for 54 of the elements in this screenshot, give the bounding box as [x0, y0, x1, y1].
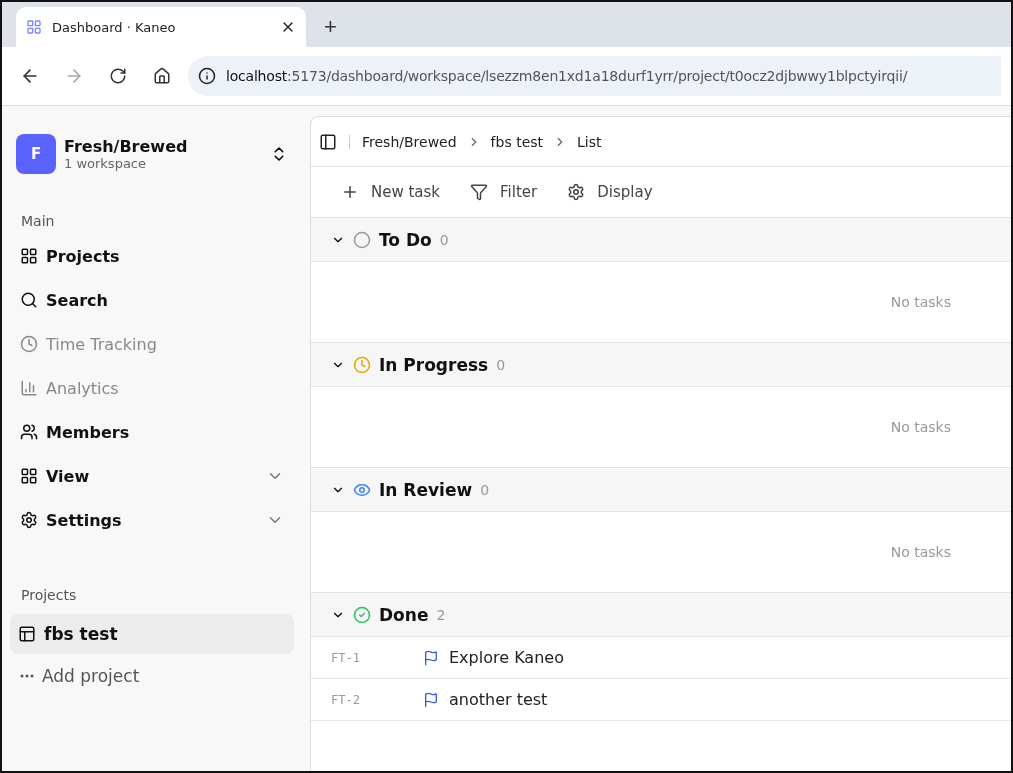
toolbar-button[interactable]: Filter — [470, 183, 538, 201]
info-icon[interactable] — [198, 67, 216, 85]
status-header[interactable]: In Progress 0 — [311, 343, 1011, 387]
toolbar-button[interactable]: Display — [567, 183, 653, 201]
sidebar-toggle-icon[interactable] — [319, 132, 337, 151]
browser-tab[interactable]: Dashboard · Kaneo — [16, 7, 306, 47]
users-icon — [20, 423, 38, 441]
grid-icon — [20, 247, 38, 265]
circle-icon — [353, 230, 371, 249]
add-project-link[interactable]: Add project — [10, 654, 294, 698]
workspace-switcher[interactable]: F Fresh/Brewed 1 workspace — [10, 128, 294, 180]
check-circle-icon — [353, 605, 371, 624]
clock-icon — [20, 335, 38, 353]
workspace-count: 1 workspace — [64, 156, 147, 171]
empty-message: No tasks — [890, 294, 951, 310]
url-text: localhost:5173/dashboard/workspace/lsezzm8en1xd1a18durf1yrr/project/t0ocz2djbwwy1blpctyirqii/ — [226, 68, 908, 84]
project-item[interactable]: fbs test — [10, 614, 294, 654]
search-icon — [20, 291, 38, 309]
grid-icon — [20, 467, 38, 485]
home-icon[interactable] — [153, 67, 171, 85]
sidebar-item[interactable]: Members — [10, 410, 294, 454]
workspace-avatar: F — [16, 134, 56, 174]
settings-icon — [567, 183, 586, 201]
ellipsis-icon — [20, 674, 34, 678]
plus-icon — [341, 183, 359, 201]
grid-icon — [26, 19, 42, 35]
sidebar-item[interactable]: Search — [10, 278, 294, 322]
task-row[interactable]: FT-2 another test — [311, 679, 1011, 721]
reload-icon[interactable] — [109, 67, 127, 85]
breadcrumb-link[interactable]: fbs test — [490, 133, 544, 150]
address-bar[interactable]: localhost:5173/dashboard/workspace/lsezzm8en1xd1a18durf1yrr/project/t0ocz2djbwwy1blpctyirqii/ — [188, 56, 1001, 96]
status-header[interactable]: To Do 0 — [311, 218, 1011, 262]
sidebar-item[interactable]: View — [10, 454, 294, 498]
filter-icon — [470, 183, 489, 201]
breadcrumb-link[interactable]: Fresh/Brewed — [362, 133, 457, 150]
section-heading: Main — [20, 212, 56, 231]
section-heading: Projects — [20, 586, 78, 605]
new-tab-button[interactable]: + — [316, 7, 345, 47]
sidebar-item[interactable]: Settings — [10, 498, 294, 542]
settings-icon — [20, 511, 38, 529]
status-header[interactable]: Done 2 — [311, 593, 1011, 637]
flag-icon — [423, 649, 439, 666]
empty-message: No tasks — [890, 544, 951, 560]
toolbar-button[interactable]: New task — [341, 183, 441, 201]
status-header[interactable]: In Review 0 — [311, 468, 1011, 512]
flag-icon — [423, 691, 439, 708]
breadcrumb-link[interactable]: List — [577, 133, 602, 150]
sidebar-item[interactable]: Projects — [10, 234, 294, 278]
workspace-name: Fresh/Brewed — [64, 137, 189, 156]
clock-icon — [353, 355, 371, 374]
layout-icon — [18, 625, 36, 643]
task-row[interactable]: FT-1 Explore Kaneo — [311, 637, 1011, 679]
empty-message: No tasks — [890, 419, 951, 435]
bar-chart-icon — [20, 379, 38, 397]
